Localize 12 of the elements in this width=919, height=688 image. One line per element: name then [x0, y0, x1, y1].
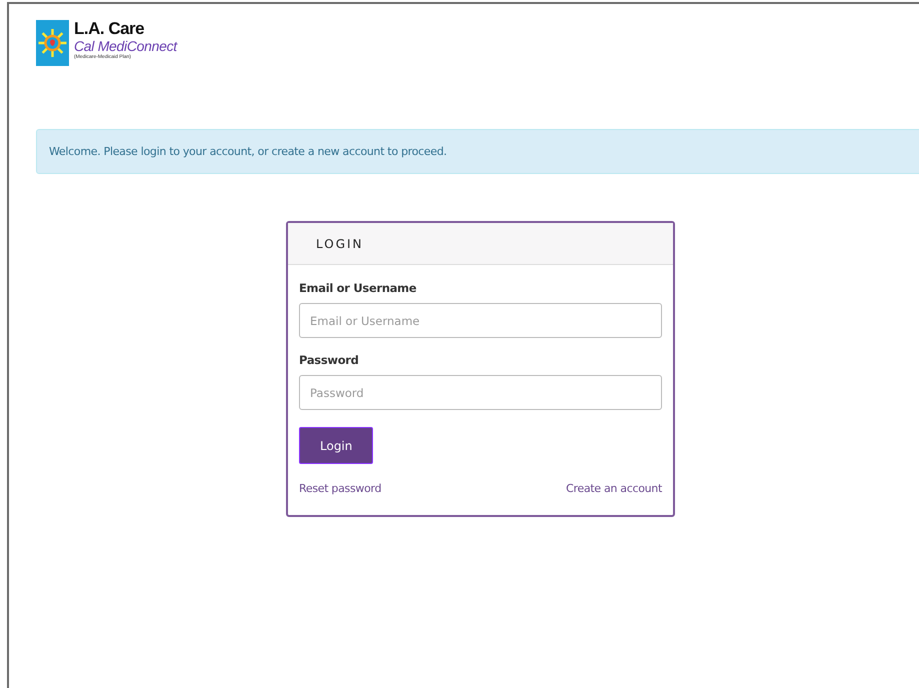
logo-name: L.A. Care — [74, 20, 146, 38]
alert-text: Welcome. Please login to your account, or create a new account to proceed. — [49, 145, 447, 158]
card-title: LOGIN — [316, 236, 364, 250]
logo-icon — [36, 20, 69, 66]
field-label: Password — [299, 353, 360, 367]
login-button[interactable]: Login — [299, 427, 374, 464]
field-label: Email or Username — [299, 281, 418, 295]
username-field[interactable]: Email or Username — [299, 303, 662, 338]
logo-plan-name: Cal MediConnect — [74, 38, 177, 54]
password-field[interactable]: Password — [299, 375, 662, 410]
reset-password-link[interactable]: Reset password — [299, 482, 382, 495]
create-account-link[interactable]: Create an account — [566, 482, 662, 495]
